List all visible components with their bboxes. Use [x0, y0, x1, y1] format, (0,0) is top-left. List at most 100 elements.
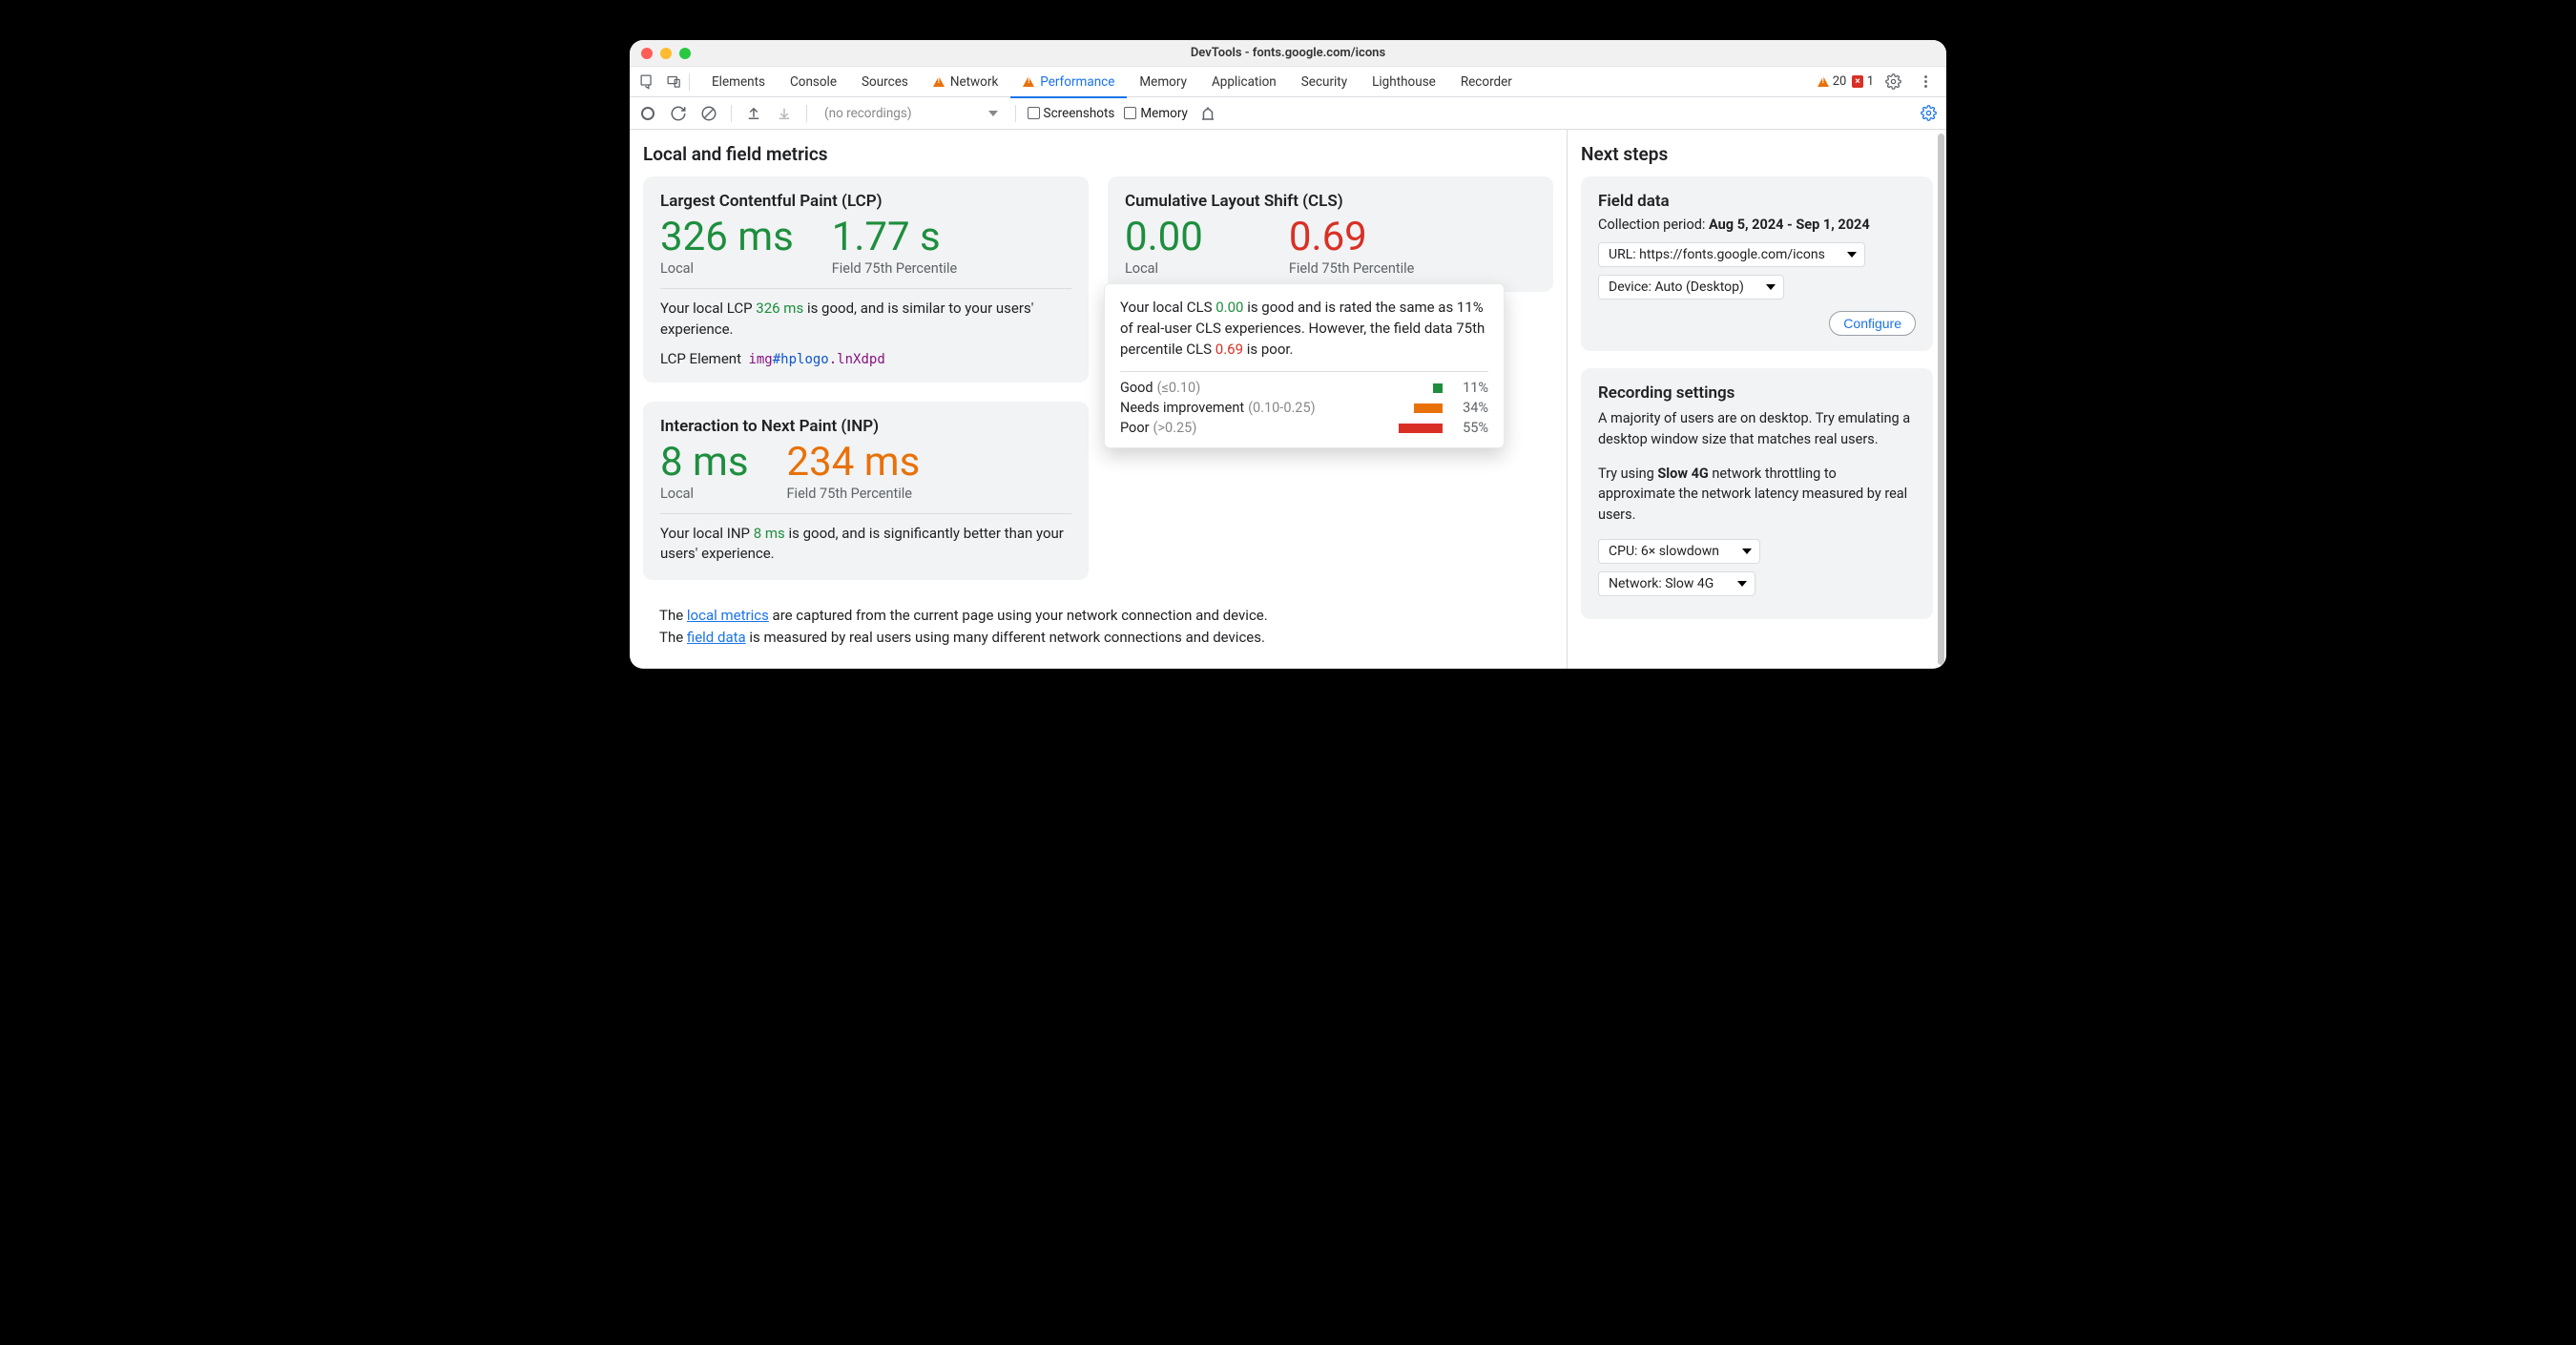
- upload-button[interactable]: [743, 103, 764, 124]
- more-icon[interactable]: [1912, 69, 1939, 95]
- tab-lighthouse[interactable]: Lighthouse: [1360, 67, 1448, 97]
- errors-count[interactable]: ×1: [1852, 74, 1874, 89]
- inp-local-label: Local: [660, 486, 749, 502]
- recording-text-2: Try using Slow 4G network throttling to …: [1598, 464, 1916, 526]
- cls-tooltip: Your local CLS 0.00 is good and is rated…: [1104, 283, 1505, 448]
- inp-field-value: 234 ms: [787, 442, 921, 484]
- configure-button[interactable]: Configure: [1829, 311, 1916, 336]
- content: Local and field metrics Largest Contentf…: [630, 130, 1946, 669]
- dist-row: Needs improvement(0.10-0.25)34%: [1120, 400, 1488, 416]
- window-controls: [641, 48, 691, 59]
- lcp-description: Your local LCP 326 ms is good, and is si…: [660, 299, 1071, 341]
- section-heading: Local and field metrics: [643, 143, 1553, 165]
- device-select[interactable]: Device: Auto (Desktop): [1598, 275, 1784, 300]
- scrollbar-thumb[interactable]: [1938, 134, 1944, 665]
- perf-toolbar: (no recordings) Screenshots Memory: [630, 97, 1946, 130]
- warnings-count[interactable]: 20: [1818, 74, 1847, 89]
- cls-local-label: Local: [1125, 260, 1203, 277]
- cls-local-value: 0.00: [1125, 217, 1203, 259]
- close-icon[interactable]: [641, 48, 653, 59]
- maximize-icon[interactable]: [679, 48, 691, 59]
- dist-row: Poor(>0.25)55%: [1120, 420, 1488, 436]
- dist-row: Good(≤0.10)11%: [1120, 380, 1488, 396]
- window-title: DevTools - fonts.google.com/icons: [1191, 46, 1385, 60]
- chevron-down-icon: [1847, 252, 1857, 258]
- tab-performance[interactable]: Performance: [1010, 67, 1127, 97]
- card-inp: Interaction to Next Paint (INP) 8 ms Loc…: [643, 402, 1089, 581]
- card-lcp: Largest Contentful Paint (LCP) 326 ms Lo…: [643, 176, 1089, 383]
- section-heading: Next steps: [1581, 143, 1933, 165]
- recording-text-1: A majority of users are on desktop. Try …: [1598, 408, 1916, 450]
- card-title: Field data: [1598, 192, 1916, 211]
- checkbox-icon: [1028, 107, 1040, 119]
- card-recording-settings: Recording settings A majority of users a…: [1581, 368, 1933, 619]
- card-field-data: Field data Collection period: Aug 5, 202…: [1581, 176, 1933, 351]
- card-title: Interaction to Next Paint (INP): [660, 417, 1071, 436]
- checkbox-icon: [1124, 107, 1136, 119]
- metrics-info: The local metrics are captured from the …: [643, 597, 1553, 655]
- warning-icon: [1818, 76, 1829, 87]
- separator: [806, 105, 807, 122]
- download-button[interactable]: [774, 103, 795, 124]
- recordings-select[interactable]: (no recordings): [819, 104, 1004, 123]
- cls-tooltip-text: Your local CLS 0.00 is good and is rated…: [1120, 298, 1488, 360]
- warning-icon: [1023, 76, 1034, 87]
- card-title: Largest Contentful Paint (LCP): [660, 192, 1071, 211]
- tab-recorder[interactable]: Recorder: [1448, 67, 1525, 97]
- url-select[interactable]: URL: https://fonts.google.com/icons: [1598, 242, 1865, 267]
- inspect-icon[interactable]: [634, 69, 660, 95]
- lcp-element-label: LCP Element: [660, 350, 741, 367]
- cls-distribution: Good(≤0.10)11% Needs improvement(0.10-0.2…: [1120, 380, 1488, 436]
- device-toggle-icon[interactable]: [660, 69, 687, 95]
- tab-sources[interactable]: Sources: [849, 67, 921, 97]
- lcp-local-value: 326 ms: [660, 217, 794, 259]
- chevron-down-icon: [988, 111, 998, 116]
- separator: [731, 105, 732, 122]
- record-button[interactable]: [637, 103, 658, 124]
- panel-settings-icon[interactable]: [1918, 103, 1939, 124]
- chevron-down-icon: [1737, 581, 1747, 587]
- network-throttle-select[interactable]: Network: Slow 4G: [1598, 571, 1755, 596]
- collect-garbage-button[interactable]: [1197, 103, 1218, 124]
- reload-record-button[interactable]: [668, 103, 689, 124]
- lcp-field-value: 1.77 s: [832, 217, 957, 259]
- titlebar: DevTools - fonts.google.com/icons: [630, 40, 1946, 67]
- card-title: Cumulative Layout Shift (CLS): [1125, 192, 1536, 211]
- cls-field-value: 0.69: [1289, 217, 1414, 259]
- separator: [1015, 105, 1016, 122]
- separator: [689, 73, 690, 91]
- warning-icon: [933, 76, 945, 87]
- inp-description: Your local INP 8 ms is good, and is sign…: [660, 524, 1071, 566]
- tab-network[interactable]: Network: [921, 67, 1010, 97]
- tab-security[interactable]: Security: [1289, 67, 1360, 97]
- chevron-down-icon: [1742, 548, 1752, 554]
- lcp-local-label: Local: [660, 260, 794, 277]
- devtools-window: DevTools - fonts.google.com/icons Elemen…: [630, 40, 1946, 669]
- lcp-element-selector[interactable]: img#hplogo.lnXdpd: [748, 352, 884, 367]
- settings-icon[interactable]: [1880, 69, 1906, 95]
- card-title: Recording settings: [1598, 383, 1916, 403]
- main-pane: Local and field metrics Largest Contentf…: [630, 130, 1567, 669]
- inp-field-label: Field 75th Percentile: [787, 486, 921, 502]
- screenshots-checkbox[interactable]: Screenshots: [1028, 106, 1115, 121]
- recordings-select-value: (no recordings): [824, 106, 912, 121]
- local-metrics-link[interactable]: local metrics: [687, 607, 769, 624]
- error-icon: ×: [1852, 75, 1862, 88]
- lcp-field-label: Field 75th Percentile: [832, 260, 957, 277]
- tab-application[interactable]: Application: [1199, 67, 1289, 97]
- panel-tabs: Elements Console Sources Network Perform…: [630, 67, 1946, 97]
- tab-elements[interactable]: Elements: [699, 67, 778, 97]
- minimize-icon[interactable]: [660, 48, 672, 59]
- inp-local-value: 8 ms: [660, 442, 749, 484]
- cls-field-label: Field 75th Percentile: [1289, 260, 1414, 277]
- collection-period: Collection period: Aug 5, 2024 - Sep 1, …: [1598, 217, 1916, 233]
- card-cls: Cumulative Layout Shift (CLS) 0.00 Local…: [1108, 176, 1553, 292]
- side-pane: Next steps Field data Collection period:…: [1567, 130, 1946, 669]
- field-data-link[interactable]: field data: [687, 629, 746, 646]
- tab-memory[interactable]: Memory: [1127, 67, 1199, 97]
- cpu-throttle-select[interactable]: CPU: 6× slowdown: [1598, 539, 1760, 564]
- chevron-down-icon: [1766, 284, 1776, 290]
- memory-checkbox[interactable]: Memory: [1124, 106, 1188, 121]
- tab-console[interactable]: Console: [778, 67, 849, 97]
- clear-button[interactable]: [698, 103, 719, 124]
